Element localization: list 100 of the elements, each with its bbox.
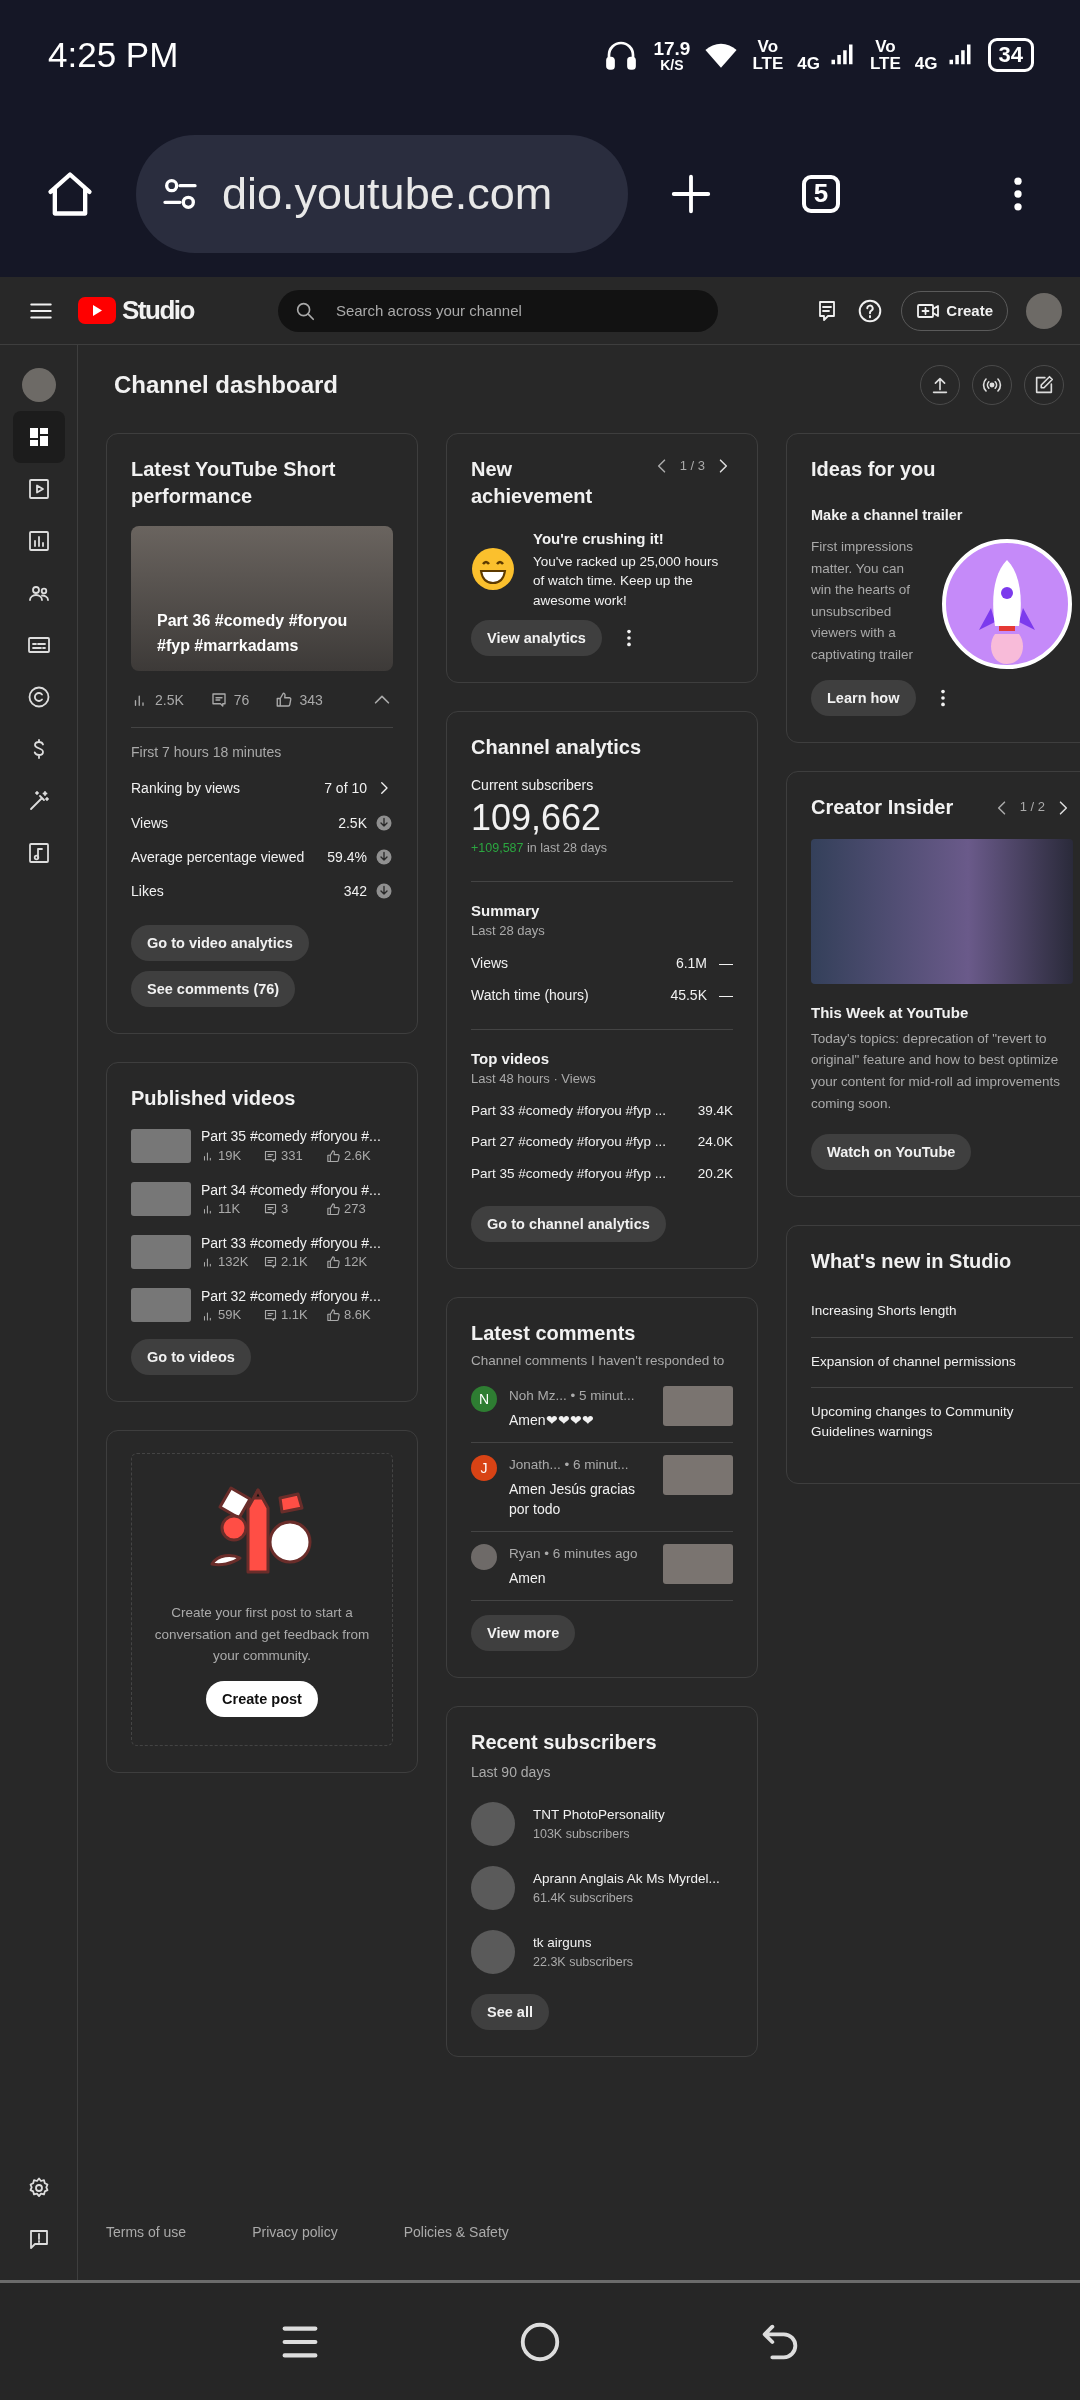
news-link[interactable]: Upcoming changes to Community Guidelines warnings: [811, 1388, 1073, 1458]
like-count: 2.6K: [344, 1146, 372, 1165]
news-link[interactable]: Expansion of channel permissions: [811, 1337, 1073, 1389]
achievement-text: You've racked up 25,000 hours of watch time. Keep up the awesome work!: [533, 552, 720, 610]
video-thumbnail[interactable]: [663, 1454, 733, 1495]
subscriber-name[interactable]: Aprann Anglais Ak Ms Myrdel...: [533, 1869, 720, 1889]
footer-link[interactable]: Privacy policy: [252, 2221, 338, 2242]
comment-text: Amen Jesús gracias por todo: [509, 1479, 637, 1519]
comment-icon: [209, 691, 228, 709]
video-title[interactable]: Part 33 #comedy #foryou #...: [201, 1232, 386, 1254]
account-avatar[interactable]: [1026, 292, 1062, 329]
see-all-button[interactable]: See all: [471, 1994, 549, 2031]
card-title: Latest YouTube Short performance: [131, 457, 337, 509]
network-type: 4G: [797, 54, 820, 74]
video-title[interactable]: Part 34 #comedy #foryou #...: [201, 1179, 386, 1200]
metric-label: Views: [131, 813, 169, 833]
comment-author: Jonath...: [509, 1456, 561, 1472]
news-link[interactable]: Increasing Shorts length: [811, 1287, 1073, 1338]
change-period: in last 28 days: [526, 840, 607, 855]
comment-icon: [263, 1148, 278, 1164]
metric-value: 2.5K: [338, 813, 367, 833]
sidebar-item[interactable]: [12, 411, 65, 463]
video-thumbnail[interactable]: [131, 1129, 191, 1164]
card-title: Creator Insider: [811, 795, 954, 820]
period-label: First 7 hours 18 minutes: [131, 744, 282, 760]
comment-time: • 5 minut...: [570, 1388, 635, 1404]
metric-label: Likes: [131, 882, 164, 902]
section-title: Top videos: [471, 1049, 551, 1070]
video-thumbnail[interactable]: [131, 1182, 191, 1217]
view-more-button[interactable]: View more: [471, 1614, 576, 1651]
views-count: 39.4K: [697, 1101, 733, 1120]
comment-text: Amen❤❤❤❤: [509, 1410, 595, 1430]
help-icon[interactable]: [857, 297, 884, 324]
learn-how-button[interactable]: Learn how: [811, 680, 916, 716]
create-post-button[interactable]: Create post: [206, 1680, 318, 1717]
footer-link[interactable]: Policies & Safety: [403, 2221, 509, 2242]
channel-avatar: [21, 368, 56, 402]
lte-label: LTE: [752, 55, 784, 72]
video-description: Today's topics: deprecation of "revert to original" feature and how to best optimize your content for mid-roll ad improvements coming soon.: [811, 1029, 1062, 1113]
video-title[interactable]: Part 35 #comedy #foryou #...: [201, 1126, 386, 1147]
video-title[interactable]: Part 27 #comedy #foryou #fyp ...: [471, 1132, 667, 1152]
video-title[interactable]: Part 33 #comedy #foryou #fyp ...: [471, 1100, 667, 1121]
video-title[interactable]: Part 35 #comedy #foryou #fyp ...: [471, 1163, 667, 1184]
card-title: Channel analytics: [471, 735, 643, 761]
letter-avatar: N: [471, 1386, 497, 1413]
card-title: Recent subscribers: [471, 1729, 658, 1755]
grinning-face-icon: [471, 547, 515, 592]
music-file-icon: [26, 841, 51, 865]
like-count: 12K: [344, 1253, 369, 1272]
video-thumbnail[interactable]: [131, 1288, 191, 1323]
youtube-logo-icon: [78, 297, 116, 324]
subscriber-name[interactable]: tk airguns: [533, 1933, 634, 1953]
idea-text: First impressions matter. You can win the hearts of unsubscribed viewers with a captivating trailer: [811, 538, 915, 664]
view-analytics-button[interactable]: View analytics: [471, 620, 602, 657]
arrow-down-circle-icon: [375, 848, 393, 867]
comment-count: 76: [233, 690, 250, 710]
comment-icon: [263, 1201, 278, 1217]
clock-time: 4:25 PM: [48, 35, 180, 75]
comment-time: • 6 minutes ago: [544, 1546, 638, 1562]
go-to-videos-button[interactable]: Go to videos: [131, 1339, 251, 1376]
search-field[interactable]: Search across your channel: [277, 289, 718, 332]
views-count: 19K: [218, 1146, 243, 1165]
subscriber-change: +109,587: [471, 840, 524, 855]
metric-label: Views: [471, 953, 509, 973]
address-bar[interactable]: dio.youtube.com: [136, 134, 628, 253]
period-label: Last 90 days: [471, 1763, 551, 1780]
video-title[interactable]: Part 32 #comedy #foryou #...: [201, 1285, 386, 1307]
subscriber-count: 22.3K subscribers: [533, 1953, 634, 1971]
trend-dash: —: [718, 985, 733, 1005]
watch-on-youtube-button[interactable]: Watch on YouTube: [811, 1134, 972, 1171]
channel-analytics-button[interactable]: Go to channel analytics: [471, 1205, 666, 1242]
views-count: 59K: [218, 1306, 243, 1325]
footer-link[interactable]: Terms of use: [106, 2221, 187, 2242]
metric-value: 342: [343, 882, 367, 902]
views-count: 132K: [218, 1253, 250, 1272]
views-count: 24.0K: [697, 1133, 733, 1152]
battery-level: 34: [987, 38, 1034, 72]
comment-icon: [263, 1308, 278, 1324]
volte-label: Vo: [757, 38, 779, 55]
page-indicator: 1 / 2: [1019, 798, 1045, 817]
video-thumbnail[interactable]: [663, 1544, 733, 1585]
period-label: Last 28 days: [471, 922, 545, 938]
video-title[interactable]: This Week at YouTube: [811, 1002, 1073, 1024]
video-thumbnail[interactable]: [663, 1386, 733, 1427]
tab-count-button[interactable]: 5: [802, 174, 840, 213]
page-title: Channel dashboard: [114, 369, 340, 400]
studio-logo-text: Studio: [122, 295, 194, 326]
video-title: Part 36 #comedy #foryou #fyp #marrkadams: [157, 610, 349, 657]
action-button[interactable]: Go to video analytics: [131, 925, 309, 962]
action-button[interactable]: See comments (76): [131, 971, 296, 1008]
subscriber-name[interactable]: TNT PhotoPersonality: [533, 1805, 665, 1825]
idea-heading: Make a channel trailer: [811, 506, 964, 525]
comment-count: 3: [281, 1199, 290, 1218]
user-avatar: [471, 1544, 497, 1571]
like-count: 273: [344, 1199, 367, 1218]
views-count: 2.5K: [155, 690, 184, 710]
video-thumbnail[interactable]: [131, 1235, 191, 1270]
comment-count: 331: [281, 1146, 304, 1165]
video-thumbnail[interactable]: Part 36 #comedy #foryou #fyp #marrkadams: [131, 526, 393, 671]
volte-label: Vo: [875, 38, 896, 55]
